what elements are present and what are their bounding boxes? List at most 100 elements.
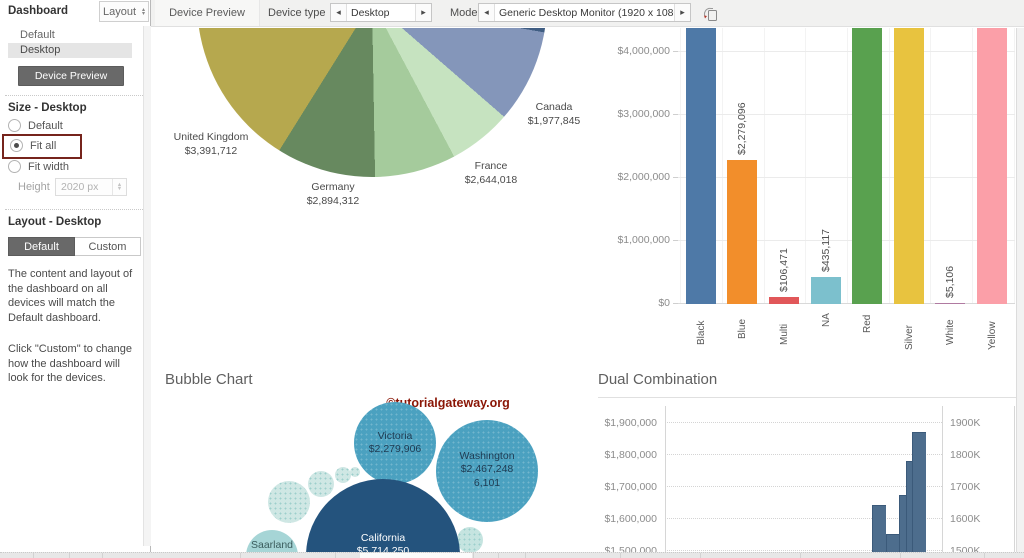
dual-bar[interactable] xyxy=(886,534,899,552)
bar-category-label: Red xyxy=(862,314,873,334)
y-tick-label: $3,000,000 xyxy=(617,108,670,120)
bar-value-label: $435,117 xyxy=(820,228,832,272)
scrollbar-segment-divider xyxy=(900,553,901,558)
model-value[interactable]: Generic Desktop Monitor (1920 x 1080 xyxy=(495,4,674,21)
pie-slice-label: United Kingdom $3,391,712 xyxy=(173,131,249,157)
dual-left-tick-label: $1,600,000 xyxy=(604,513,657,525)
vertical-scrollbar[interactable] xyxy=(1016,28,1024,552)
y-tick-mark xyxy=(673,240,678,241)
dashboard-list-item-desktop[interactable]: Desktop xyxy=(8,43,132,58)
scrollbar-segment-divider xyxy=(473,553,474,558)
dual-left-tick-label: $1,700,000 xyxy=(604,481,657,493)
device-preview-tab[interactable]: Device Preview xyxy=(155,0,260,26)
bubble[interactable] xyxy=(350,467,360,477)
scrollbar-segment-divider xyxy=(700,553,701,558)
stepper-left-arrow-icon[interactable]: ◂ xyxy=(331,4,347,21)
bubble[interactable] xyxy=(268,481,310,523)
bar-category-label: Silver xyxy=(904,325,915,351)
pie-slice-label: France $2,644,018 xyxy=(464,160,518,186)
sidebar-scrollbar[interactable] xyxy=(143,26,151,546)
scrollbar-segment-divider xyxy=(335,553,336,558)
scrollbar-segment-divider xyxy=(102,553,103,558)
stepper-right-arrow-icon[interactable]: ▸ xyxy=(674,4,690,21)
stepper-left-arrow-icon[interactable]: ◂ xyxy=(479,4,495,21)
layout-default-button[interactable]: Default xyxy=(8,237,75,256)
radio-icon[interactable] xyxy=(8,160,21,173)
dual-gridline xyxy=(665,486,942,487)
bubble[interactable] xyxy=(457,527,483,552)
dual-gridline xyxy=(665,422,942,423)
stepper-right-arrow-icon[interactable]: ▸ xyxy=(415,4,431,21)
size-section-title: Size - Desktop xyxy=(8,102,87,114)
bar-black[interactable] xyxy=(686,28,716,304)
title-divider xyxy=(598,397,1016,398)
layout-custom-button[interactable]: Custom xyxy=(75,237,141,256)
annotation-highlight-box xyxy=(2,134,82,159)
bar-yellow[interactable] xyxy=(977,28,1007,304)
bar-value-label: $5,106 xyxy=(944,265,956,298)
radio-icon[interactable] xyxy=(8,119,21,132)
dual-combination-title: Dual Combination xyxy=(598,371,718,388)
height-input[interactable]: 2020 px ▲ ▼ xyxy=(55,178,127,196)
spinner-arrows-icon[interactable]: ▲ ▼ xyxy=(112,179,126,195)
height-value: 2020 px xyxy=(61,181,99,193)
bar-category-label: Black xyxy=(696,320,707,345)
axis-line xyxy=(665,406,666,552)
bar-category-label: Blue xyxy=(737,318,748,339)
bubble-label: California $5,714,250 xyxy=(356,531,410,552)
collapse-arrows-icon[interactable]: ▴ ▾ xyxy=(142,7,145,17)
y-tick-mark xyxy=(673,177,678,178)
tab-layout-label: Layout xyxy=(103,5,137,18)
bar-white[interactable] xyxy=(935,303,965,304)
dual-bar[interactable] xyxy=(872,505,886,552)
layout-section-title: Layout - Desktop xyxy=(8,216,102,228)
height-label: Height xyxy=(18,181,50,193)
scrollbar-segment-divider xyxy=(69,553,70,558)
band-separator xyxy=(805,28,806,304)
layout-mode-toggle: Default Custom xyxy=(8,237,141,256)
scrollbar-thumb[interactable] xyxy=(360,553,472,558)
dual-right-tick-label: 1500K xyxy=(950,545,981,552)
device-preview-button[interactable]: Device Preview xyxy=(18,66,124,86)
bar-red[interactable] xyxy=(852,28,882,304)
scrollbar-segment-divider xyxy=(800,553,801,558)
scrollbar-segment-divider xyxy=(240,553,241,558)
band-separator xyxy=(972,28,973,304)
bar-category-label: Multi xyxy=(779,323,790,345)
dashboard-canvas: Canada $1,977,845 France $2,644,018 Germany $… xyxy=(157,28,1016,552)
dual-bar[interactable] xyxy=(912,432,926,552)
bar-blue[interactable] xyxy=(727,160,757,304)
bar-multi[interactable] xyxy=(769,297,799,304)
y-tick-label: $0 xyxy=(658,297,670,309)
y-tick-mark xyxy=(673,51,678,52)
dashboard-list-item-default[interactable]: Default xyxy=(20,29,55,41)
dual-right-tick-label: 1800K xyxy=(950,449,981,461)
bar-category-label: White xyxy=(945,318,956,345)
bubble[interactable] xyxy=(335,467,351,483)
band-separator xyxy=(722,28,723,304)
device-type-value[interactable]: Desktop xyxy=(347,4,415,21)
dual-gridline xyxy=(665,454,942,455)
band-separator xyxy=(680,28,681,304)
dual-left-tick-label: $1,500,000 xyxy=(604,545,657,552)
size-option-fit-width[interactable]: Fit width xyxy=(8,160,69,173)
bar-silver[interactable] xyxy=(894,28,924,304)
bar-na[interactable] xyxy=(811,277,841,304)
divider xyxy=(5,209,145,210)
size-option-default[interactable]: Default xyxy=(8,119,63,132)
device-preview-toolbar: Device Preview Device type ◂ Desktop ▸ M… xyxy=(151,0,1024,27)
scrollbar-segment-divider xyxy=(525,553,526,558)
scrollbar-segment-divider xyxy=(620,553,621,558)
y-tick-mark xyxy=(673,303,678,304)
y-tick-mark xyxy=(673,114,678,115)
band-separator xyxy=(764,28,765,304)
tab-dashboard[interactable]: Dashboard xyxy=(8,5,68,17)
model-label: Model xyxy=(450,7,480,19)
rotate-device-icon[interactable] xyxy=(702,5,719,22)
bubble[interactable] xyxy=(308,471,334,497)
divider xyxy=(5,95,145,96)
tab-layout[interactable]: Layout ▴ ▾ xyxy=(99,1,149,22)
y-tick-label: $2,000,000 xyxy=(617,171,670,183)
axis-line xyxy=(942,406,943,552)
horizontal-scrollbar[interactable] xyxy=(0,552,1024,558)
